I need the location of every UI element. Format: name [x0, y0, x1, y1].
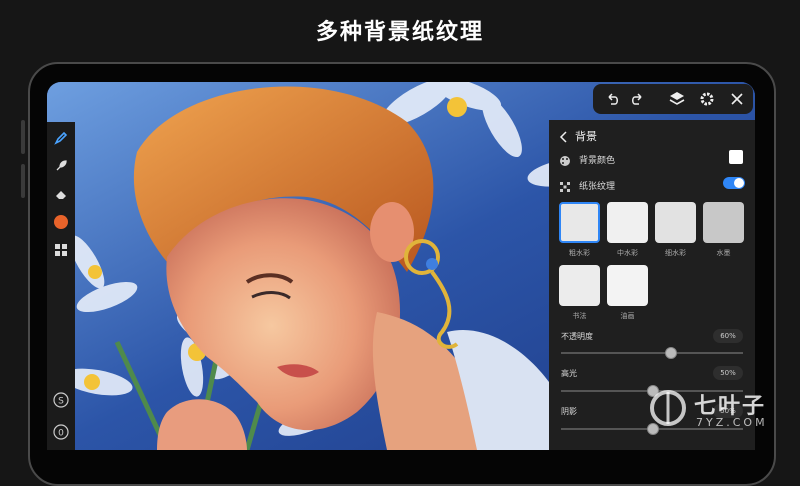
- back-chevron-icon[interactable]: [559, 128, 571, 143]
- highlight-label: 高光: [561, 369, 577, 378]
- texture-label: 细水彩: [665, 249, 686, 257]
- layers-icon[interactable]: [667, 89, 687, 109]
- headline: 多种背景纸纹理: [315, 20, 484, 45]
- undo-icon[interactable]: [603, 89, 623, 109]
- paper-texture-label: 纸张纹理: [579, 182, 616, 192]
- texture-label: 中水彩: [617, 249, 638, 257]
- svg-text:0: 0: [58, 429, 64, 439]
- background-color-swatch[interactable]: [729, 150, 743, 164]
- color-swatch[interactable]: [53, 214, 69, 230]
- device-side-button: [21, 120, 25, 154]
- texture-swatch-oil[interactable]: [607, 265, 648, 306]
- redo-icon[interactable]: [627, 89, 647, 109]
- palette-icon: [559, 152, 571, 166]
- paper-texture-toggle[interactable]: [723, 177, 745, 189]
- texture-swatch-medium-watercolor[interactable]: [607, 202, 648, 243]
- opacity-slider-thumb[interactable]: [665, 347, 677, 359]
- top-action-bar: [593, 84, 753, 114]
- opacity-value: 60%: [713, 329, 743, 343]
- watermark-domain: 7YZ.COM: [696, 416, 768, 429]
- texture-swatch-calligraphy[interactable]: [559, 265, 600, 306]
- grid-icon[interactable]: [53, 242, 69, 258]
- pen-icon[interactable]: [53, 130, 69, 146]
- panel-title: 背景: [575, 130, 597, 143]
- tool-sidebar: S 0: [47, 122, 75, 450]
- watermark-logo-icon: [650, 390, 686, 426]
- o-icon[interactable]: 0: [53, 424, 69, 440]
- texture-swatch-coarse-watercolor[interactable]: [559, 202, 600, 243]
- texture-swatch-fine-watercolor[interactable]: [655, 202, 696, 243]
- shadow-label: 阴影: [561, 407, 577, 416]
- texture-label: 水墨: [716, 249, 731, 257]
- background-color-label: 背景颜色: [579, 156, 616, 166]
- opacity-label: 不透明度: [561, 332, 593, 341]
- texture-label: 油画: [620, 312, 635, 320]
- eraser-icon[interactable]: [53, 186, 69, 202]
- texture-swatch-ink[interactable]: [703, 202, 744, 243]
- texture-label: 粗水彩: [569, 249, 590, 257]
- close-icon[interactable]: [727, 89, 747, 109]
- brand-watermark: 七叶子 7YZ.COM: [648, 382, 788, 442]
- svg-text:S: S: [58, 397, 64, 407]
- smudge-icon[interactable]: [53, 158, 69, 174]
- device-side-button: [21, 164, 25, 198]
- highlight-value: 50%: [713, 366, 743, 380]
- s-icon[interactable]: S: [53, 392, 69, 408]
- texture-icon: [559, 178, 571, 192]
- settings-icon[interactable]: [697, 89, 717, 109]
- opacity-slider-track[interactable]: [561, 352, 743, 354]
- texture-label: 书法: [572, 312, 587, 320]
